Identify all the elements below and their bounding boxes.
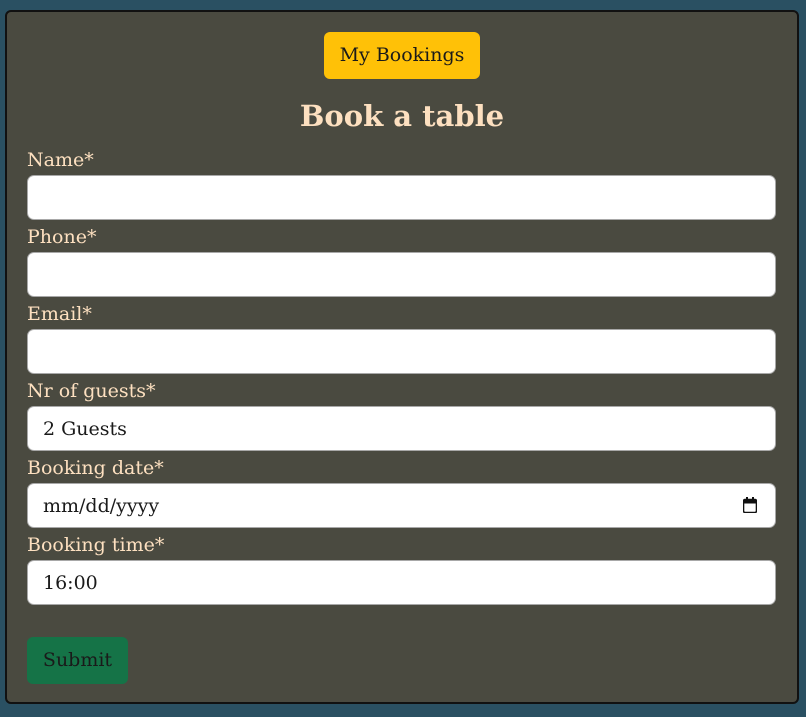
email-input[interactable]	[27, 329, 776, 374]
email-label: Email*	[27, 303, 92, 325]
my-bookings-button[interactable]: My Bookings	[324, 32, 480, 79]
submit-button[interactable]: Submit	[27, 637, 128, 684]
booking-time-select[interactable]: 16:00	[27, 560, 776, 605]
calendar-icon[interactable]	[743, 497, 757, 513]
phone-label: Phone*	[27, 226, 97, 248]
booking-time-value: 16:00	[43, 572, 98, 594]
booking-date-label: Booking date*	[27, 457, 164, 479]
phone-input[interactable]	[27, 252, 776, 297]
guests-select[interactable]: 2 Guests	[27, 406, 776, 451]
booking-date-value: mm/dd/yyyy	[43, 495, 160, 517]
booking-date-input[interactable]: mm/dd/yyyy	[27, 483, 776, 528]
name-label: Name*	[27, 149, 94, 171]
guests-label: Nr of guests*	[27, 380, 156, 402]
booking-card: My Bookings Book a table Name* Phone* Em…	[5, 10, 799, 704]
page-title: Book a table	[299, 99, 505, 133]
name-input[interactable]	[27, 175, 776, 220]
booking-time-label: Booking time*	[27, 534, 165, 556]
guests-select-value: 2 Guests	[43, 418, 127, 440]
